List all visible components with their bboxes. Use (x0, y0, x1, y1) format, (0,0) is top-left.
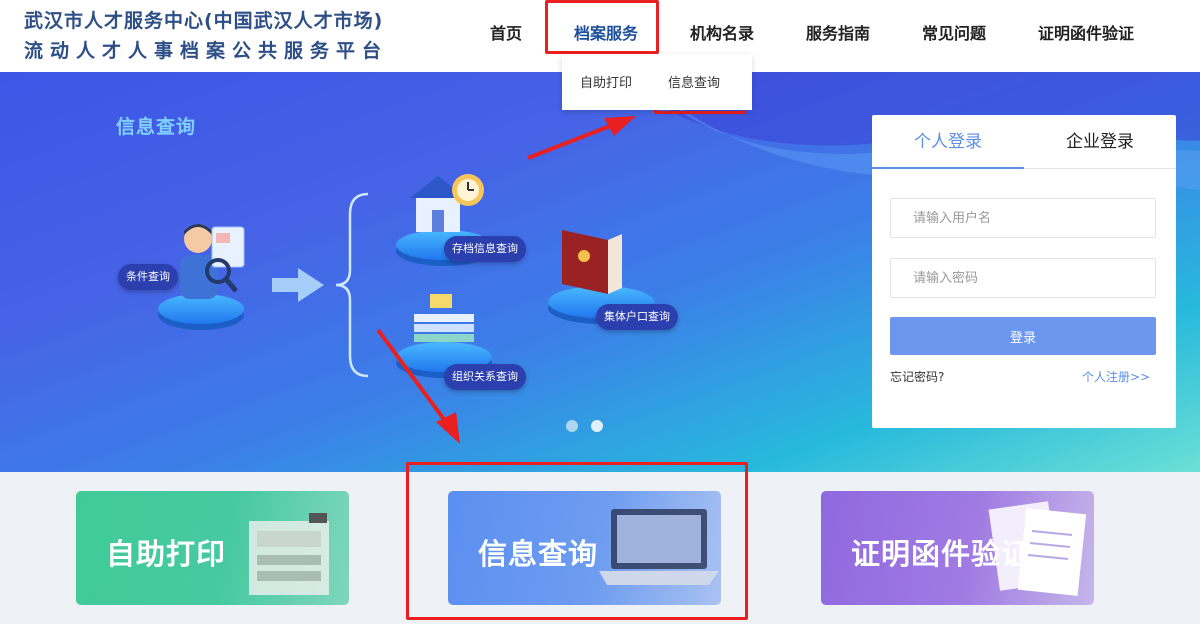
card-info-query[interactable]: 信息查询 (448, 491, 721, 605)
tab-enterprise-login[interactable]: 企业登录 (1024, 115, 1176, 169)
nav-certificate-verify[interactable]: 证明函件验证 (1038, 20, 1134, 48)
card-info-query-label: 信息查询 (478, 537, 599, 571)
printer-icon (249, 513, 329, 595)
forgot-password-link[interactable]: 忘记密码? (890, 368, 944, 385)
site-title-line1: 武汉市人才服务中心(中国武汉人才市场) (24, 10, 384, 32)
username-input[interactable] (890, 198, 1156, 238)
site-title-line2: 流动人才人事档案公共服务平台 (24, 40, 389, 62)
nav-service-guide[interactable]: 服务指南 (806, 20, 870, 48)
nav-archive-services[interactable]: 档案服务 (574, 20, 638, 48)
nav-faq[interactable]: 常见问题 (922, 20, 986, 48)
archive-services-dropdown: 自助打印 信息查询 (562, 54, 752, 110)
tab-personal-login[interactable]: 个人登录 (872, 115, 1024, 169)
login-panel: 个人登录 企业登录 登录 忘记密码? 个人注册>> (872, 115, 1176, 428)
laptop-icon (599, 509, 719, 585)
nav-institutions[interactable]: 机构名录 (690, 20, 754, 48)
nav-home[interactable]: 首页 (490, 20, 522, 48)
card-self-print-label: 自助打印 (106, 537, 227, 571)
dropdown-info-query[interactable]: 信息查询 (668, 72, 720, 91)
password-input[interactable] (890, 258, 1156, 298)
register-link[interactable]: 个人注册>> (1082, 368, 1150, 385)
dropdown-self-print[interactable]: 自助打印 (580, 72, 632, 91)
site-title: 武汉市人才服务中心(中国武汉人才市场) 流动人才人事档案公共服务平台 (24, 6, 388, 66)
card-certificate-verify[interactable]: 证明函件验证 (821, 491, 1094, 605)
page-root: 武汉市人才服务中心(中国武汉人才市场) 流动人才人事档案公共服务平台 首页 档案… (0, 0, 1200, 624)
card-certificate-verify-label: 证明函件验证 (851, 537, 1032, 571)
card-self-print[interactable]: 自助打印 (76, 491, 349, 605)
login-button[interactable]: 登录 (890, 317, 1156, 355)
